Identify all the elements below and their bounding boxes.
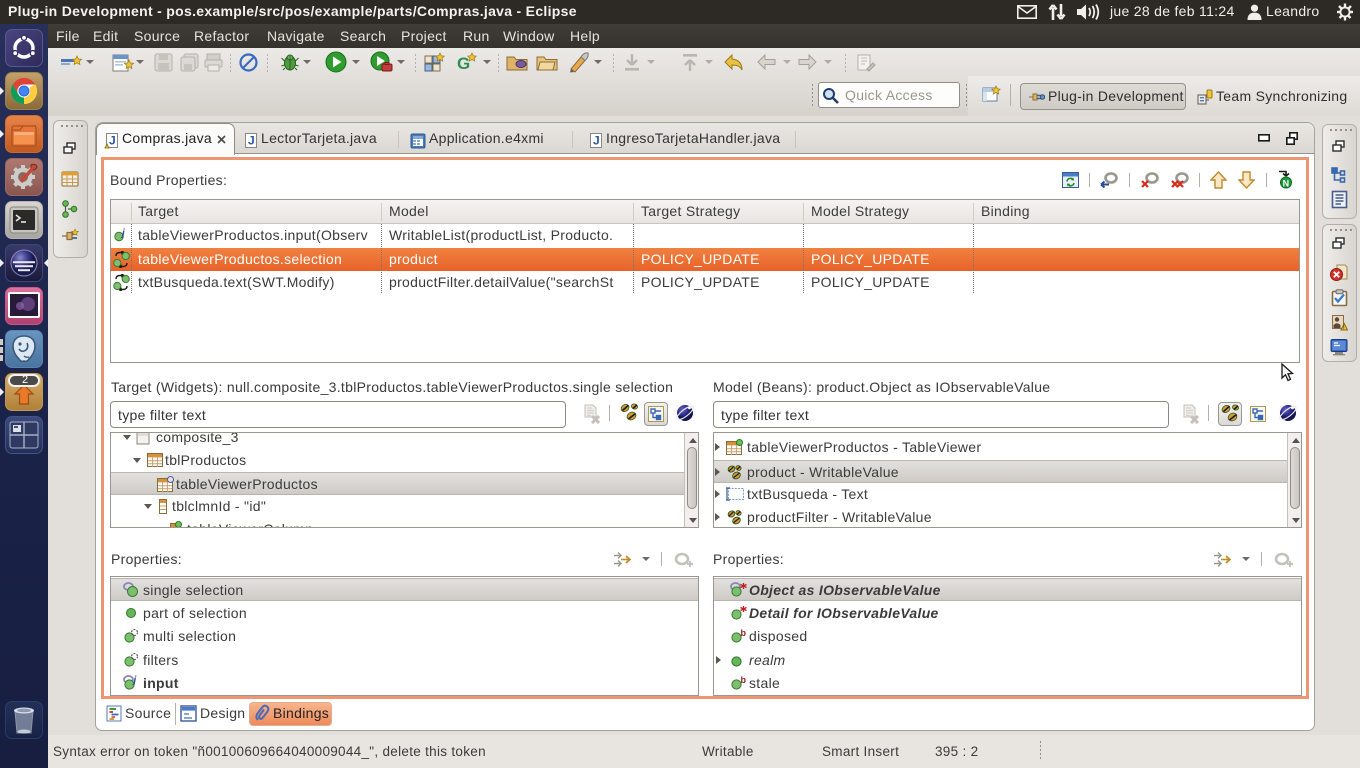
svg-text:J: J — [593, 134, 600, 148]
svg-text:J: J — [109, 134, 116, 148]
svg-text:b: b — [741, 628, 747, 638]
svg-text:N: N — [1283, 179, 1290, 189]
svg-text:J: J — [248, 134, 255, 148]
svg-text:b: b — [741, 675, 747, 685]
svg-text:!: ! — [1343, 326, 1345, 332]
